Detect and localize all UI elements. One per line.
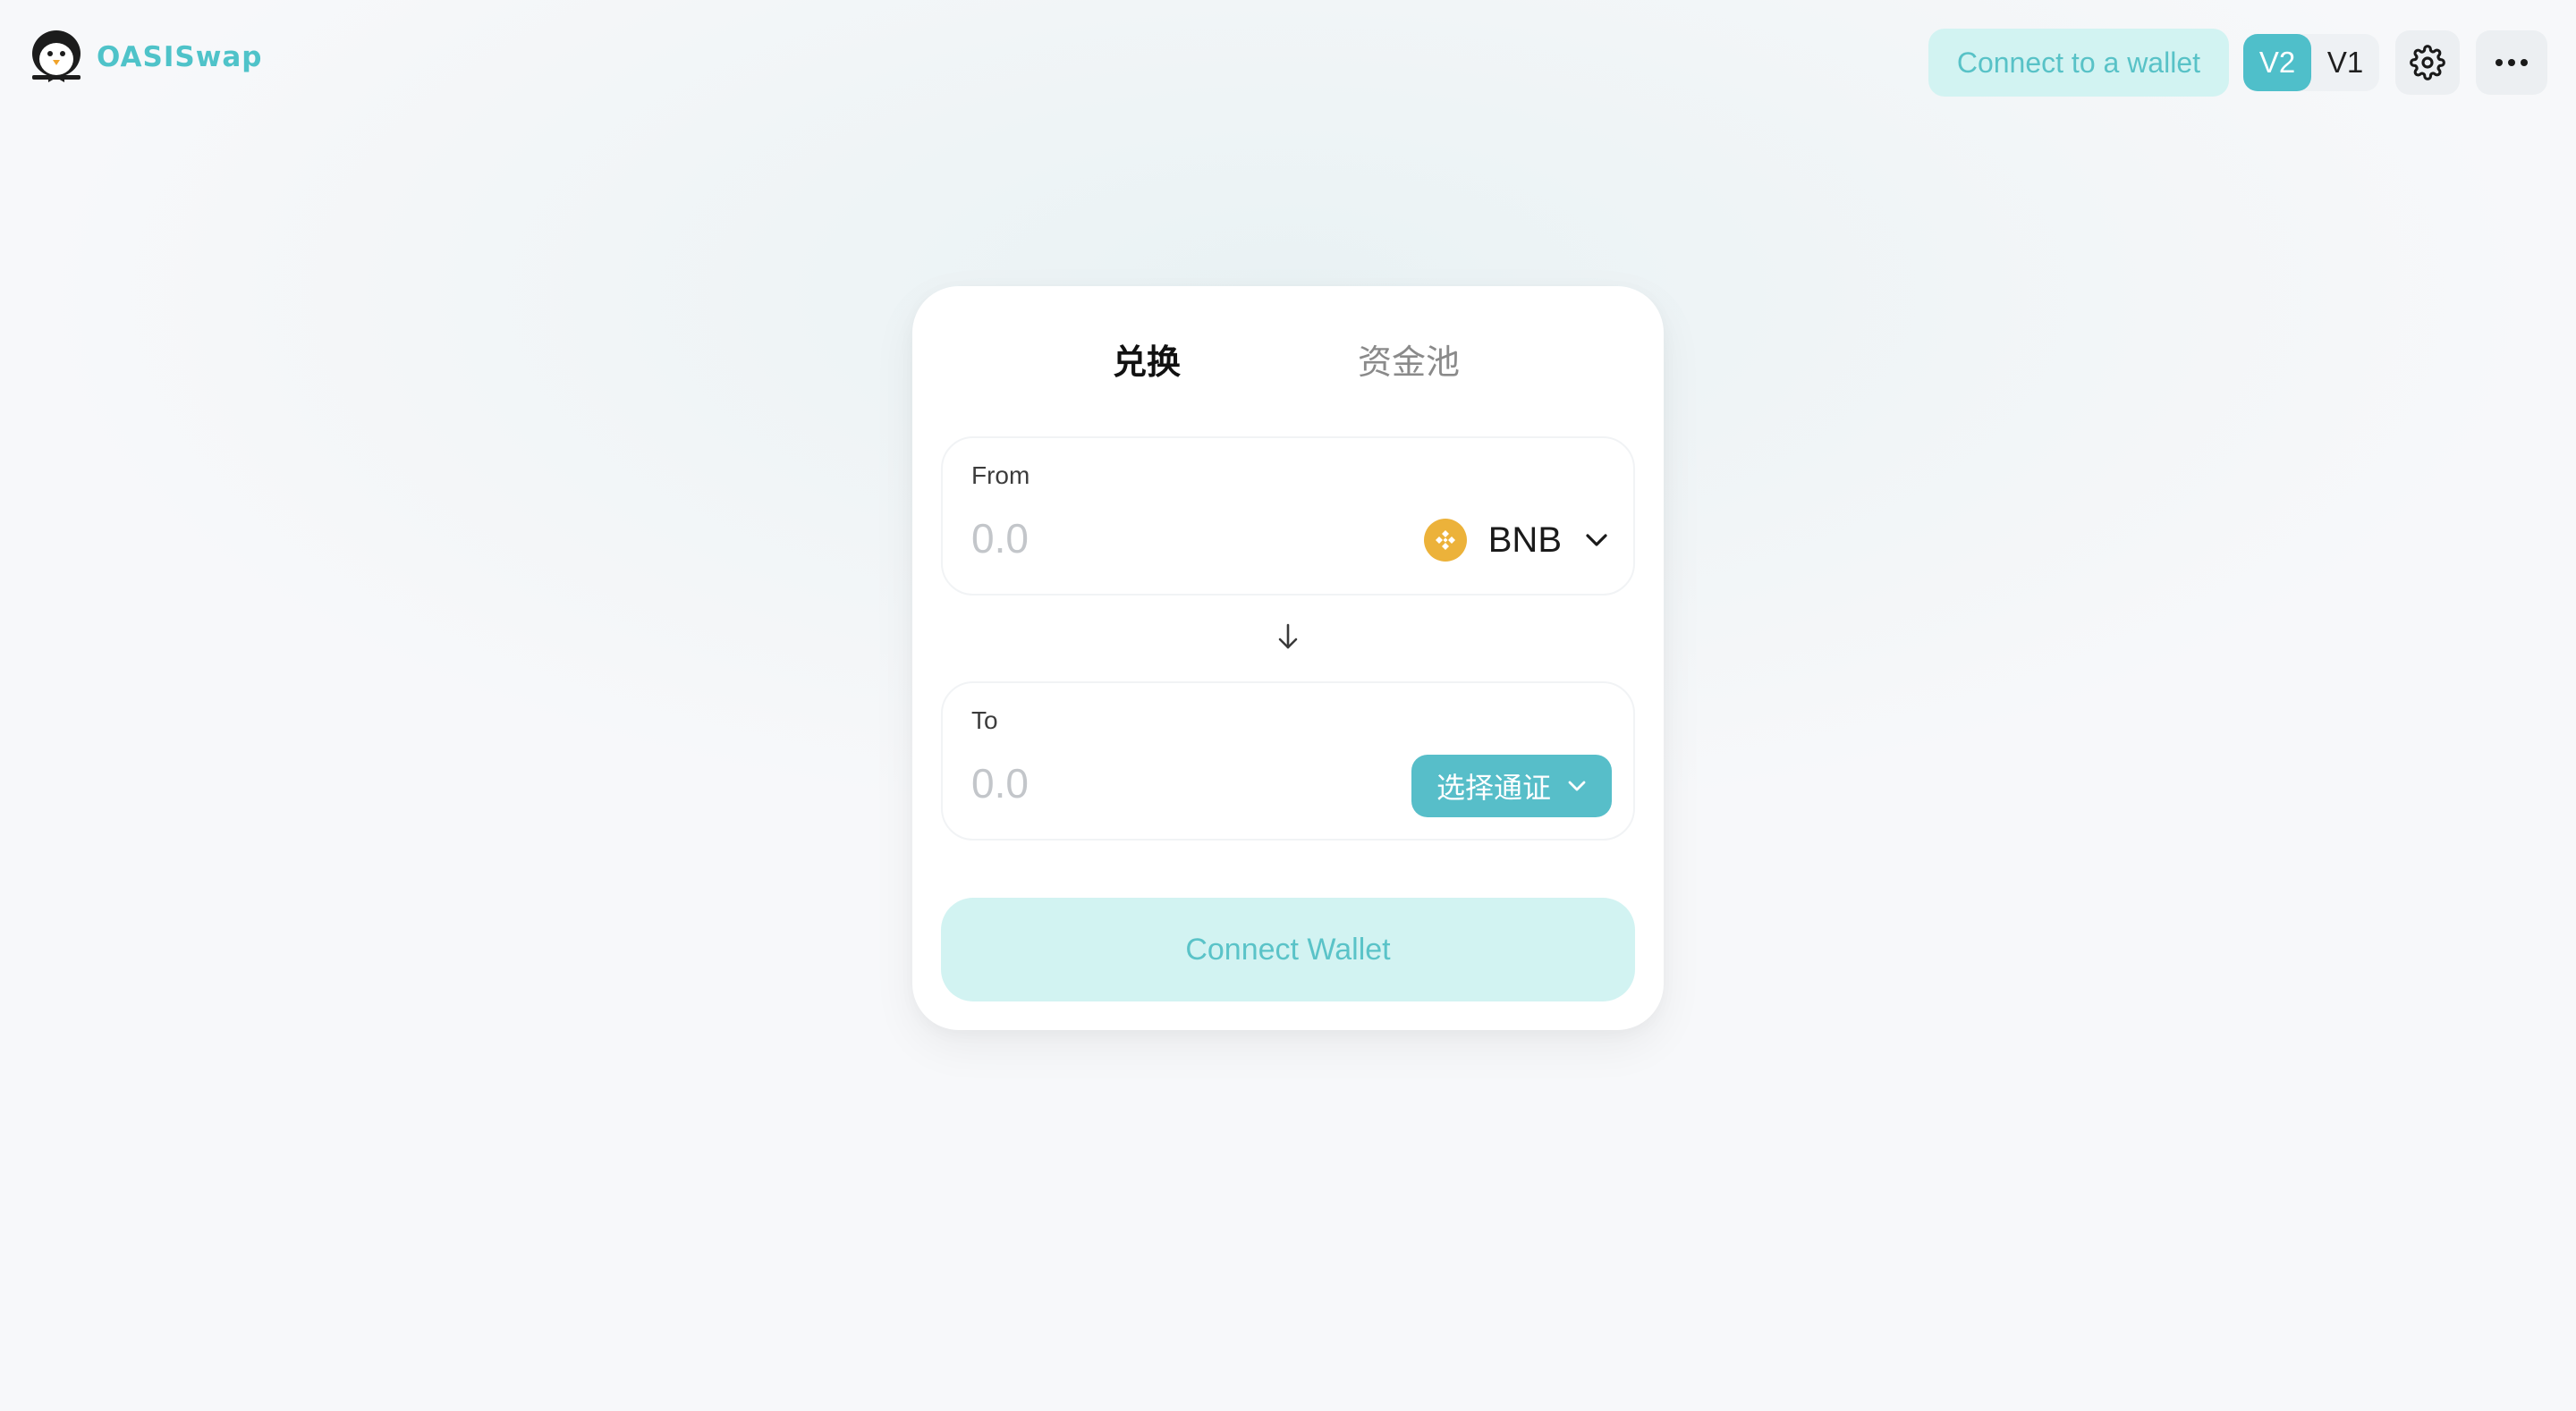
- version-v1-button[interactable]: V1: [2311, 34, 2379, 91]
- tab-pool[interactable]: 资金池: [1358, 334, 1460, 384]
- gear-icon: [2410, 45, 2445, 80]
- select-token-label: 选择通证: [1436, 771, 1551, 805]
- header: OASISwap Connect to a wallet V2 V1: [0, 0, 2576, 125]
- from-token-name: BNB: [1487, 520, 1562, 560]
- connect-wallet-header-button[interactable]: Connect to a wallet: [1928, 29, 2229, 97]
- from-panel: From BNB: [941, 436, 1635, 596]
- connect-wallet-button[interactable]: Connect Wallet: [941, 898, 1635, 1001]
- header-actions: Connect to a wallet V2 V1: [1928, 29, 2547, 97]
- bnb-icon: [1423, 519, 1467, 562]
- to-label: To: [971, 706, 998, 734]
- more-button[interactable]: [2476, 30, 2547, 95]
- tab-swap[interactable]: 兑换: [1113, 334, 1181, 384]
- to-amount-input[interactable]: [971, 758, 1293, 808]
- from-amount-input[interactable]: [971, 513, 1293, 563]
- penguin-logo-icon: [32, 30, 80, 82]
- switch-direction-button[interactable]: [1274, 621, 1302, 653]
- logo[interactable]: OASISwap: [29, 29, 262, 86]
- version-v2-button[interactable]: V2: [2243, 34, 2311, 91]
- more-horizontal-icon: [2496, 59, 2528, 66]
- swap-tabs: 兑换 资金池: [912, 334, 1664, 388]
- settings-button[interactable]: [2395, 30, 2460, 95]
- from-token-select[interactable]: BNB: [1423, 517, 1608, 563]
- select-token-button[interactable]: 选择通证: [1411, 755, 1612, 817]
- arrow-down-icon: [1278, 623, 1298, 649]
- swap-card: 兑换 资金池 From BNB: [912, 286, 1664, 1030]
- from-label: From: [971, 461, 1030, 489]
- version-toggle: V2 V1: [2243, 34, 2379, 91]
- chevron-down-icon: [1586, 534, 1607, 546]
- brand-name: OASISwap: [97, 41, 263, 73]
- to-panel: To 选择通证: [941, 681, 1635, 841]
- chevron-down-icon: [1568, 781, 1586, 791]
